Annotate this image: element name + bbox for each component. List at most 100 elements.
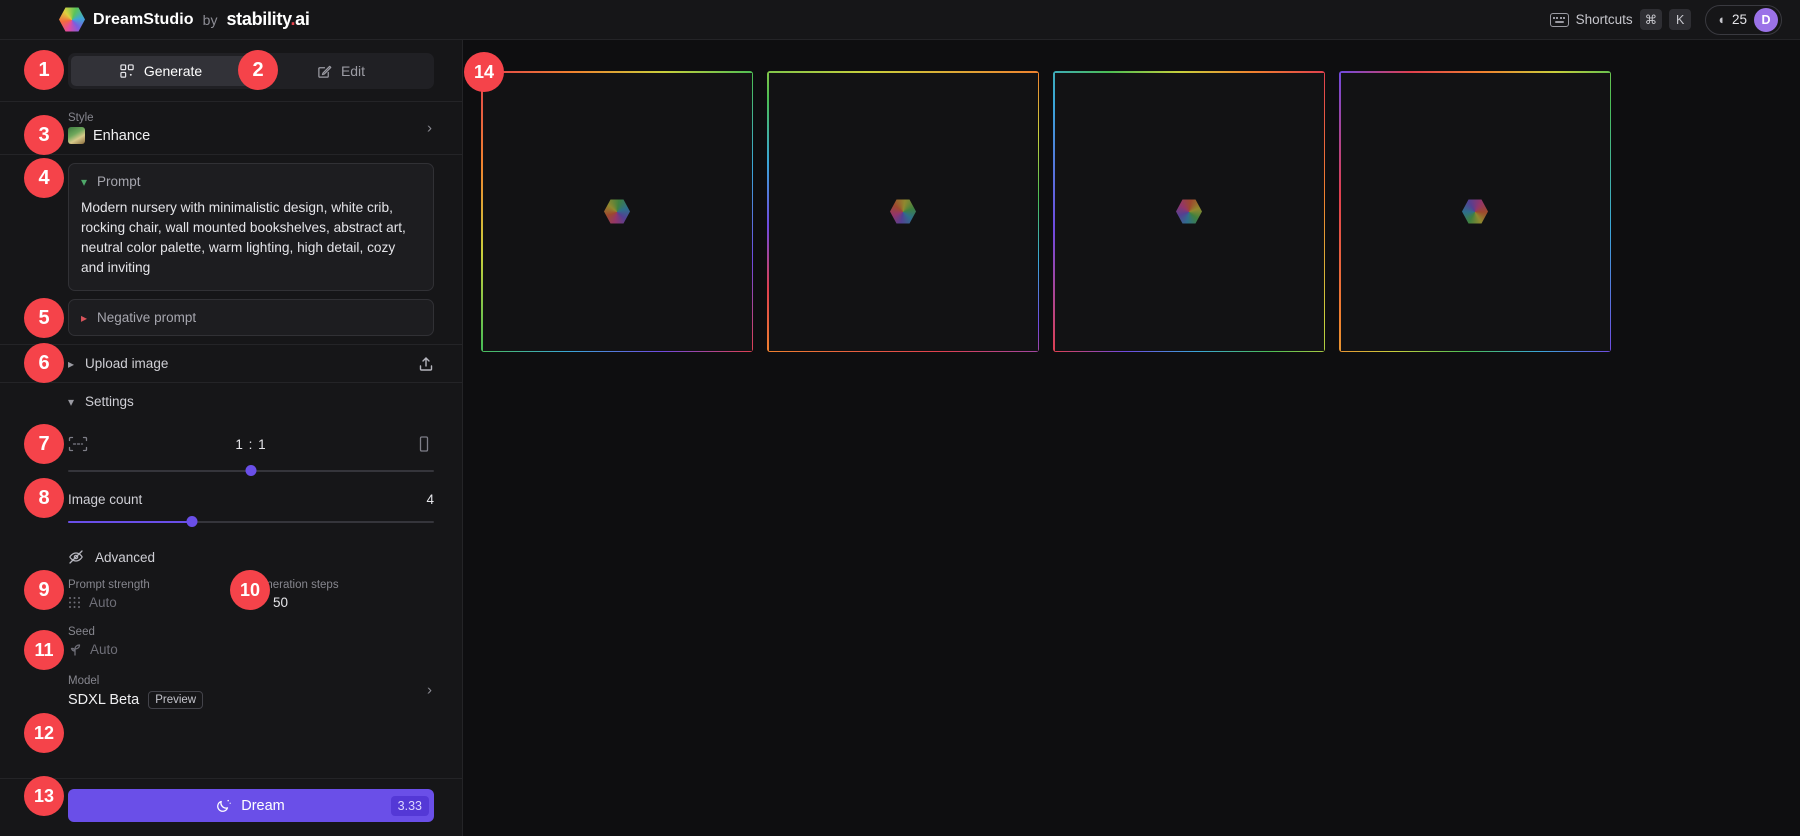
negative-prompt-label: Negative prompt (97, 310, 197, 325)
shortcuts-label: Shortcuts (1575, 12, 1633, 27)
loading-hexagon-icon (604, 199, 630, 224)
eye-off-icon (69, 550, 83, 564)
prompt-strength-value-group[interactable]: Auto (68, 595, 251, 610)
dream-button-container: Dream 3.33 (0, 778, 462, 836)
credits-count: 25 (1731, 12, 1747, 27)
seed-value-group[interactable]: Auto (68, 642, 434, 657)
annotation-badge-4: 4 (24, 158, 64, 198)
prompt-strength-control: Prompt strength Auto (68, 579, 251, 610)
credits-coin-icon: ◖ (1717, 12, 1725, 27)
image-count-top: Image count 4 (68, 492, 434, 507)
annotation-badge-2: 2 (238, 50, 278, 90)
keycap-command: ⌘ (1639, 9, 1663, 30)
brand-stability-ai: stability.ai (226, 9, 310, 29)
dream-cost-badge: 3.33 (390, 795, 429, 816)
annotation-badge-8: 8 (24, 478, 64, 518)
upload-image-row[interactable]: ▸ Upload image (0, 345, 462, 382)
credits-pill[interactable]: ◖ 25 D (1705, 4, 1782, 35)
style-thumbnail-icon (68, 127, 85, 144)
dream-button-label: Dream (241, 797, 285, 814)
generated-image-card[interactable] (1053, 71, 1325, 352)
prompt-panel[interactable]: ▾ Prompt Modern nursery with minimalisti… (68, 163, 434, 291)
chevron-down-icon: ▾ (68, 394, 75, 409)
generated-image-placeholder (1340, 72, 1610, 351)
model-selector[interactable]: Model SDXL Beta Preview › (0, 657, 462, 723)
annotation-badge-3: 3 (24, 115, 64, 155)
slider-thumb[interactable] (245, 465, 257, 476)
divider-below-style (0, 154, 462, 155)
chevron-right-icon: ▸ (81, 310, 88, 325)
chevron-right-icon: › (427, 119, 432, 137)
app-body: Generate Edit Style Enhance › ▾ Prompt M… (0, 40, 1800, 836)
image-count-slider[interactable] (68, 515, 434, 529)
slider-fill (68, 521, 193, 523)
generated-image-card[interactable] (767, 71, 1039, 352)
left-sidebar: Generate Edit Style Enhance › ▾ Prompt M… (0, 40, 463, 836)
chevron-right-icon: ▸ (68, 356, 75, 371)
generated-image-placeholder (1054, 72, 1324, 351)
aspect-ratio-slider[interactable] (68, 464, 434, 478)
model-label: Model (68, 675, 100, 687)
settings-label: Settings (85, 394, 134, 409)
annotation-badge-7: 7 (24, 424, 64, 464)
sprout-seed-icon (70, 643, 81, 656)
seed-label: Seed (68, 626, 95, 638)
generated-image-placeholder (768, 72, 1038, 351)
style-selector[interactable]: Style Enhance › (0, 102, 462, 154)
prompt-header[interactable]: ▾ Prompt (81, 174, 421, 189)
aspect-ratio-value: 1 : 1 (235, 436, 267, 452)
upload-image-label: Upload image (85, 356, 169, 371)
grid-squares-icon (120, 63, 134, 78)
settings-row[interactable]: ▾ Settings (0, 383, 462, 420)
style-label: Style (68, 112, 94, 124)
image-count-label: Image count (68, 492, 143, 507)
prompt-label: Prompt (97, 174, 141, 189)
tab-edit-label: Edit (340, 63, 366, 79)
annotation-badge-14: 14 (464, 52, 504, 92)
pencil-square-icon (318, 65, 332, 78)
annotation-badge-12: 12 (24, 713, 64, 753)
negative-prompt-panel[interactable]: ▸ Negative prompt (68, 299, 434, 336)
model-preview-badge: Preview (148, 691, 204, 709)
user-avatar[interactable]: D (1754, 7, 1778, 32)
header-right-group: Shortcuts ⌘ K ◖ 25 D (1549, 4, 1782, 35)
generation-steps-value: 50 (273, 595, 289, 610)
prompt-strength-label: Prompt strength (68, 579, 150, 591)
loading-hexagon-icon (1462, 199, 1488, 224)
seed-control: Seed Auto (0, 610, 462, 657)
dreamstudio-hexagon-logo-icon (59, 7, 85, 32)
style-value: Enhance (93, 127, 151, 144)
prompt-textarea[interactable]: Modern nursery with minimalistic design,… (81, 198, 421, 278)
dream-button-label-group: Dream (217, 798, 285, 814)
generated-image-card[interactable] (1339, 71, 1611, 352)
generated-image-placeholder (482, 72, 752, 351)
advanced-label: Advanced (95, 549, 156, 565)
aspect-ratio-control: 1 : 1 (0, 420, 462, 478)
generation-steps-value-group[interactable]: 50 (251, 595, 434, 610)
seed-value: Auto (90, 642, 118, 657)
annotation-badge-13: 13 (24, 776, 64, 816)
tab-edit[interactable]: Edit (251, 56, 431, 86)
annotation-badge-5: 5 (24, 298, 64, 338)
generation-canvas (463, 40, 1800, 836)
tab-generate[interactable]: Generate (71, 56, 251, 86)
generated-image-grid (481, 71, 1611, 352)
keyboard-icon (1549, 12, 1569, 27)
advanced-toggle-row[interactable]: Advanced (0, 529, 462, 573)
brand-by-text: by (202, 11, 218, 28)
generated-image-card[interactable] (481, 71, 753, 352)
shortcuts-button[interactable]: Shortcuts ⌘ K (1549, 9, 1692, 30)
image-count-control: Image count 4 (0, 478, 462, 529)
portrait-frame-icon[interactable] (414, 436, 434, 452)
upload-icon[interactable] (418, 356, 434, 372)
annotation-badge-11: 11 (24, 630, 64, 670)
chevron-right-icon: › (427, 681, 432, 699)
loading-hexagon-icon (890, 199, 916, 224)
annotation-badge-1: 1 (24, 50, 64, 90)
slider-thumb[interactable] (186, 516, 198, 527)
generation-steps-control: Generation steps 50 (251, 579, 434, 610)
landscape-frame-icon[interactable] (68, 436, 88, 452)
dream-button[interactable]: Dream 3.33 (68, 789, 434, 822)
app-header: DreamStudio by stability.ai Shortcuts ⌘ … (0, 0, 1800, 40)
brand-logo-group[interactable]: DreamStudio by stability.ai (59, 7, 310, 33)
